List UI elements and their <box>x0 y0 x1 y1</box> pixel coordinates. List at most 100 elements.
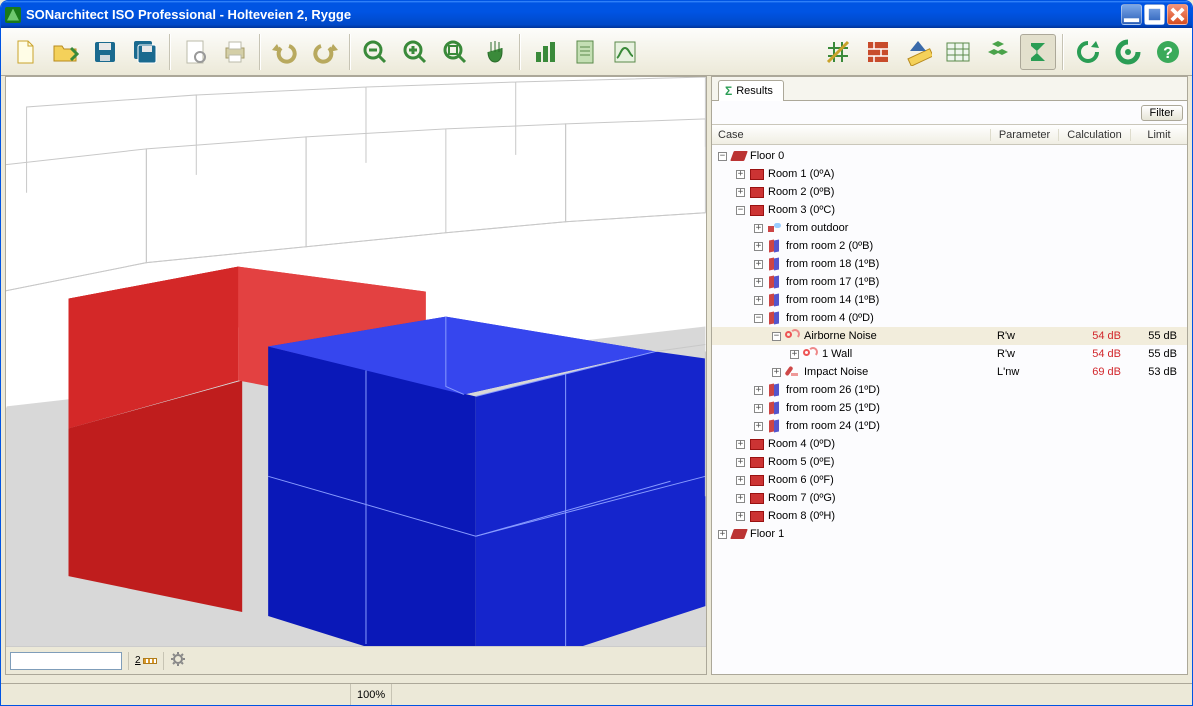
column-calculation[interactable]: Calculation <box>1059 129 1131 141</box>
command-input[interactable] <box>10 652 122 670</box>
tree-row[interactable]: +Room 8 (0ºH) <box>712 507 1187 525</box>
expand-icon[interactable]: + <box>754 278 763 287</box>
expand-icon[interactable]: + <box>754 386 763 395</box>
expand-icon[interactable]: + <box>736 170 745 179</box>
tree-row[interactable]: +from room 25 (1ºD) <box>712 399 1187 417</box>
window-minimize-button[interactable] <box>1121 4 1142 25</box>
spectrum-icon[interactable] <box>607 34 643 70</box>
expand-icon[interactable]: + <box>754 296 763 305</box>
tree-row[interactable]: +Room 2 (0ºB) <box>712 183 1187 201</box>
tree-row[interactable]: +Room 5 (0ºE) <box>712 453 1187 471</box>
cell-parameter: R'w <box>991 348 1059 360</box>
pan-icon[interactable] <box>477 34 513 70</box>
tree-row-label: Floor 1 <box>750 528 1187 540</box>
expand-icon[interactable]: + <box>736 188 745 197</box>
tree-row[interactable]: +Impact NoiseL'nw69 dB53 dB <box>712 363 1187 381</box>
wall-layers-icon[interactable] <box>860 34 896 70</box>
wall-icon <box>767 239 783 253</box>
expand-icon[interactable]: + <box>736 476 745 485</box>
refresh-icon[interactable] <box>1070 34 1106 70</box>
expand-icon[interactable]: + <box>754 422 763 431</box>
expand-icon[interactable]: + <box>754 224 763 233</box>
zoom-in-icon[interactable] <box>397 34 433 70</box>
window-maximize-button[interactable] <box>1144 4 1165 25</box>
tree-row[interactable]: +from room 17 (1ºB) <box>712 273 1187 291</box>
boxes-icon[interactable] <box>980 34 1016 70</box>
wall-icon <box>767 401 783 415</box>
expand-icon[interactable]: + <box>790 350 799 359</box>
air-icon <box>785 329 801 343</box>
page-settings-icon[interactable] <box>177 34 213 70</box>
cell-limit: 55 dB <box>1131 330 1187 342</box>
tree-row[interactable]: +from room 24 (1ºD) <box>712 417 1187 435</box>
save-project-icon[interactable] <box>127 34 163 70</box>
column-case[interactable]: Case <box>712 129 991 141</box>
column-limit[interactable]: Limit <box>1131 129 1187 141</box>
table-icon[interactable] <box>940 34 976 70</box>
undo-icon[interactable] <box>267 34 303 70</box>
collapse-icon[interactable]: − <box>718 152 727 161</box>
cell-calculation: 54 dB <box>1059 348 1131 360</box>
tree-row-label: from room 18 (1ºB) <box>786 258 1187 270</box>
apply-icon[interactable] <box>1110 34 1146 70</box>
open-folder-icon[interactable] <box>47 34 83 70</box>
filter-button[interactable]: Filter <box>1141 105 1183 121</box>
tab-results[interactable]: Σ Results <box>718 80 784 101</box>
collapse-icon[interactable]: − <box>754 314 763 323</box>
scene-3d <box>6 77 706 646</box>
tree-row[interactable]: −Room 3 (0ºC) <box>712 201 1187 219</box>
ruler-icon[interactable] <box>900 34 936 70</box>
window-close-button[interactable] <box>1167 4 1188 25</box>
expand-icon[interactable]: + <box>754 260 763 269</box>
tree-row[interactable]: +Room 6 (0ºF) <box>712 471 1187 489</box>
tree-row[interactable]: +from room 2 (0ºB) <box>712 237 1187 255</box>
expand-icon[interactable]: + <box>736 458 745 467</box>
viewport-3d[interactable]: 2 <box>5 76 707 675</box>
barchart-icon[interactable] <box>527 34 563 70</box>
new-file-icon[interactable] <box>7 34 43 70</box>
tree-row[interactable]: −from room 4 (0ºD) <box>712 309 1187 327</box>
expand-icon[interactable]: + <box>718 530 727 539</box>
tree-row[interactable]: +1 WallR'w54 dB55 dB <box>712 345 1187 363</box>
grid-toggle-icon[interactable] <box>820 34 856 70</box>
column-parameter[interactable]: Parameter <box>991 129 1059 141</box>
expand-icon[interactable]: + <box>736 440 745 449</box>
tree-row[interactable]: + from outdoor <box>712 219 1187 237</box>
tree-row-label: from outdoor <box>786 222 1187 234</box>
sigma-icon[interactable] <box>1020 34 1056 70</box>
tree-row[interactable]: −Floor 0 <box>712 147 1187 165</box>
results-tabstrip: Σ Results <box>712 77 1187 101</box>
viewport-canvas[interactable] <box>6 77 706 646</box>
save-icon[interactable] <box>87 34 123 70</box>
tree-row[interactable]: +Room 7 (0ºG) <box>712 489 1187 507</box>
tree-row[interactable]: +Room 1 (0ºA) <box>712 165 1187 183</box>
wall-icon <box>767 311 783 325</box>
tree-row[interactable]: +from room 26 (1ºD) <box>712 381 1187 399</box>
expand-icon[interactable]: + <box>754 242 763 251</box>
tree-row[interactable]: + Floor 1 <box>712 525 1187 543</box>
tree-row[interactable]: −Airborne NoiseR'w54 dB55 dB <box>712 327 1187 345</box>
results-tree[interactable]: −Floor 0+Room 1 (0ºA)+Room 2 (0ºB)−Room … <box>712 145 1187 674</box>
zoom-out-icon[interactable] <box>357 34 393 70</box>
tree-row[interactable]: + from room 18 (1ºB) <box>712 255 1187 273</box>
dimension-toggle-icon[interactable]: 2 <box>135 655 157 666</box>
wall-icon <box>767 419 783 433</box>
collapse-icon[interactable]: − <box>736 206 745 215</box>
tree-row[interactable]: +Room 4 (0ºD) <box>712 435 1187 453</box>
cell-limit: 53 dB <box>1131 366 1187 378</box>
expand-icon[interactable]: + <box>736 494 745 503</box>
tree-row-label: Airborne Noise <box>804 330 991 342</box>
gear-icon[interactable] <box>170 651 186 670</box>
help-icon[interactable]: ? <box>1150 34 1186 70</box>
redo-icon[interactable] <box>307 34 343 70</box>
outdoor-icon <box>767 221 783 235</box>
expand-icon[interactable]: + <box>736 512 745 521</box>
tree-row[interactable]: +from room 14 (1ºB) <box>712 291 1187 309</box>
wall-icon <box>767 383 783 397</box>
collapse-icon[interactable]: − <box>772 332 781 341</box>
expand-icon[interactable]: + <box>754 404 763 413</box>
zoom-fit-icon[interactable] <box>437 34 473 70</box>
print-icon[interactable] <box>217 34 253 70</box>
expand-icon[interactable]: + <box>772 368 781 377</box>
report-icon[interactable] <box>567 34 603 70</box>
